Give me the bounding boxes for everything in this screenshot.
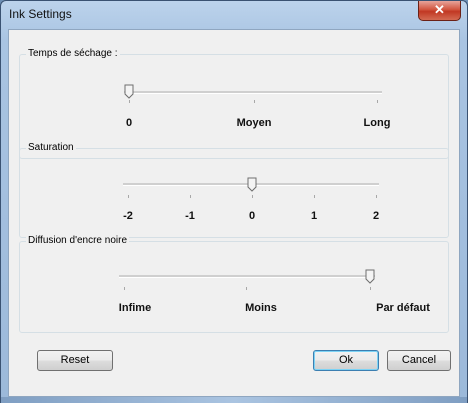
- window-title: Ink Settings: [9, 7, 72, 21]
- title-bar[interactable]: Ink Settings ✕: [1, 1, 467, 29]
- taskbar-strip: [1, 397, 467, 403]
- black-ink-spread-tick-label: Par défaut: [376, 302, 430, 314]
- ink-settings-window: Ink Settings ✕ Temps de séchage : 0 Moye…: [0, 0, 468, 403]
- dialog-body: Temps de séchage : 0 Moyen Long Saturati…: [8, 29, 460, 397]
- drying-time-slider-thumb[interactable]: [124, 84, 134, 99]
- black-ink-spread-slider-thumb[interactable]: [365, 269, 375, 284]
- black-ink-spread-tick-label: Moins: [245, 302, 277, 314]
- close-button[interactable]: ✕: [418, 1, 461, 21]
- saturation-group: Saturation -2 -1 0 1 2: [19, 142, 449, 238]
- black-ink-spread-label: Diffusion d'encre noire: [26, 235, 130, 246]
- saturation-label: Saturation: [26, 142, 76, 153]
- black-ink-spread-group: Diffusion d'encre noire Infime Moins Par…: [19, 235, 449, 333]
- ok-button[interactable]: Ok: [313, 350, 379, 371]
- drying-time-tick: [254, 100, 255, 103]
- drying-time-tick-label: 0: [125, 117, 133, 129]
- saturation-tick-label: 2: [372, 210, 380, 222]
- drying-time-tick-label: Long: [363, 117, 391, 129]
- drying-time-tick-label: Moyen: [236, 117, 272, 129]
- black-ink-spread-track[interactable]: [119, 275, 375, 278]
- saturation-tick-label: 0: [248, 210, 256, 222]
- drying-time-label: Temps de séchage :: [26, 48, 120, 59]
- saturation-tick-label: 1: [310, 210, 318, 222]
- close-icon: ✕: [434, 2, 445, 17]
- black-ink-spread-tick: [246, 287, 247, 290]
- saturation-tick: [252, 195, 253, 198]
- saturation-slider-thumb[interactable]: [247, 177, 257, 192]
- saturation-tick: [376, 195, 377, 198]
- saturation-tick: [128, 195, 129, 198]
- black-ink-spread-tick: [370, 287, 371, 290]
- black-ink-spread-tick-label: Infime: [118, 302, 152, 314]
- cancel-button[interactable]: Cancel: [387, 350, 451, 371]
- drying-time-tick: [129, 100, 130, 103]
- drying-time-group: Temps de séchage : 0 Moyen Long: [19, 48, 449, 159]
- saturation-tick-label: -2: [123, 210, 133, 222]
- drying-time-track[interactable]: [124, 91, 382, 94]
- saturation-tick: [190, 195, 191, 198]
- drying-time-tick: [377, 100, 378, 103]
- saturation-tick-label: -1: [185, 210, 195, 222]
- reset-button[interactable]: Reset: [37, 350, 113, 371]
- black-ink-spread-tick: [124, 287, 125, 290]
- saturation-tick: [314, 195, 315, 198]
